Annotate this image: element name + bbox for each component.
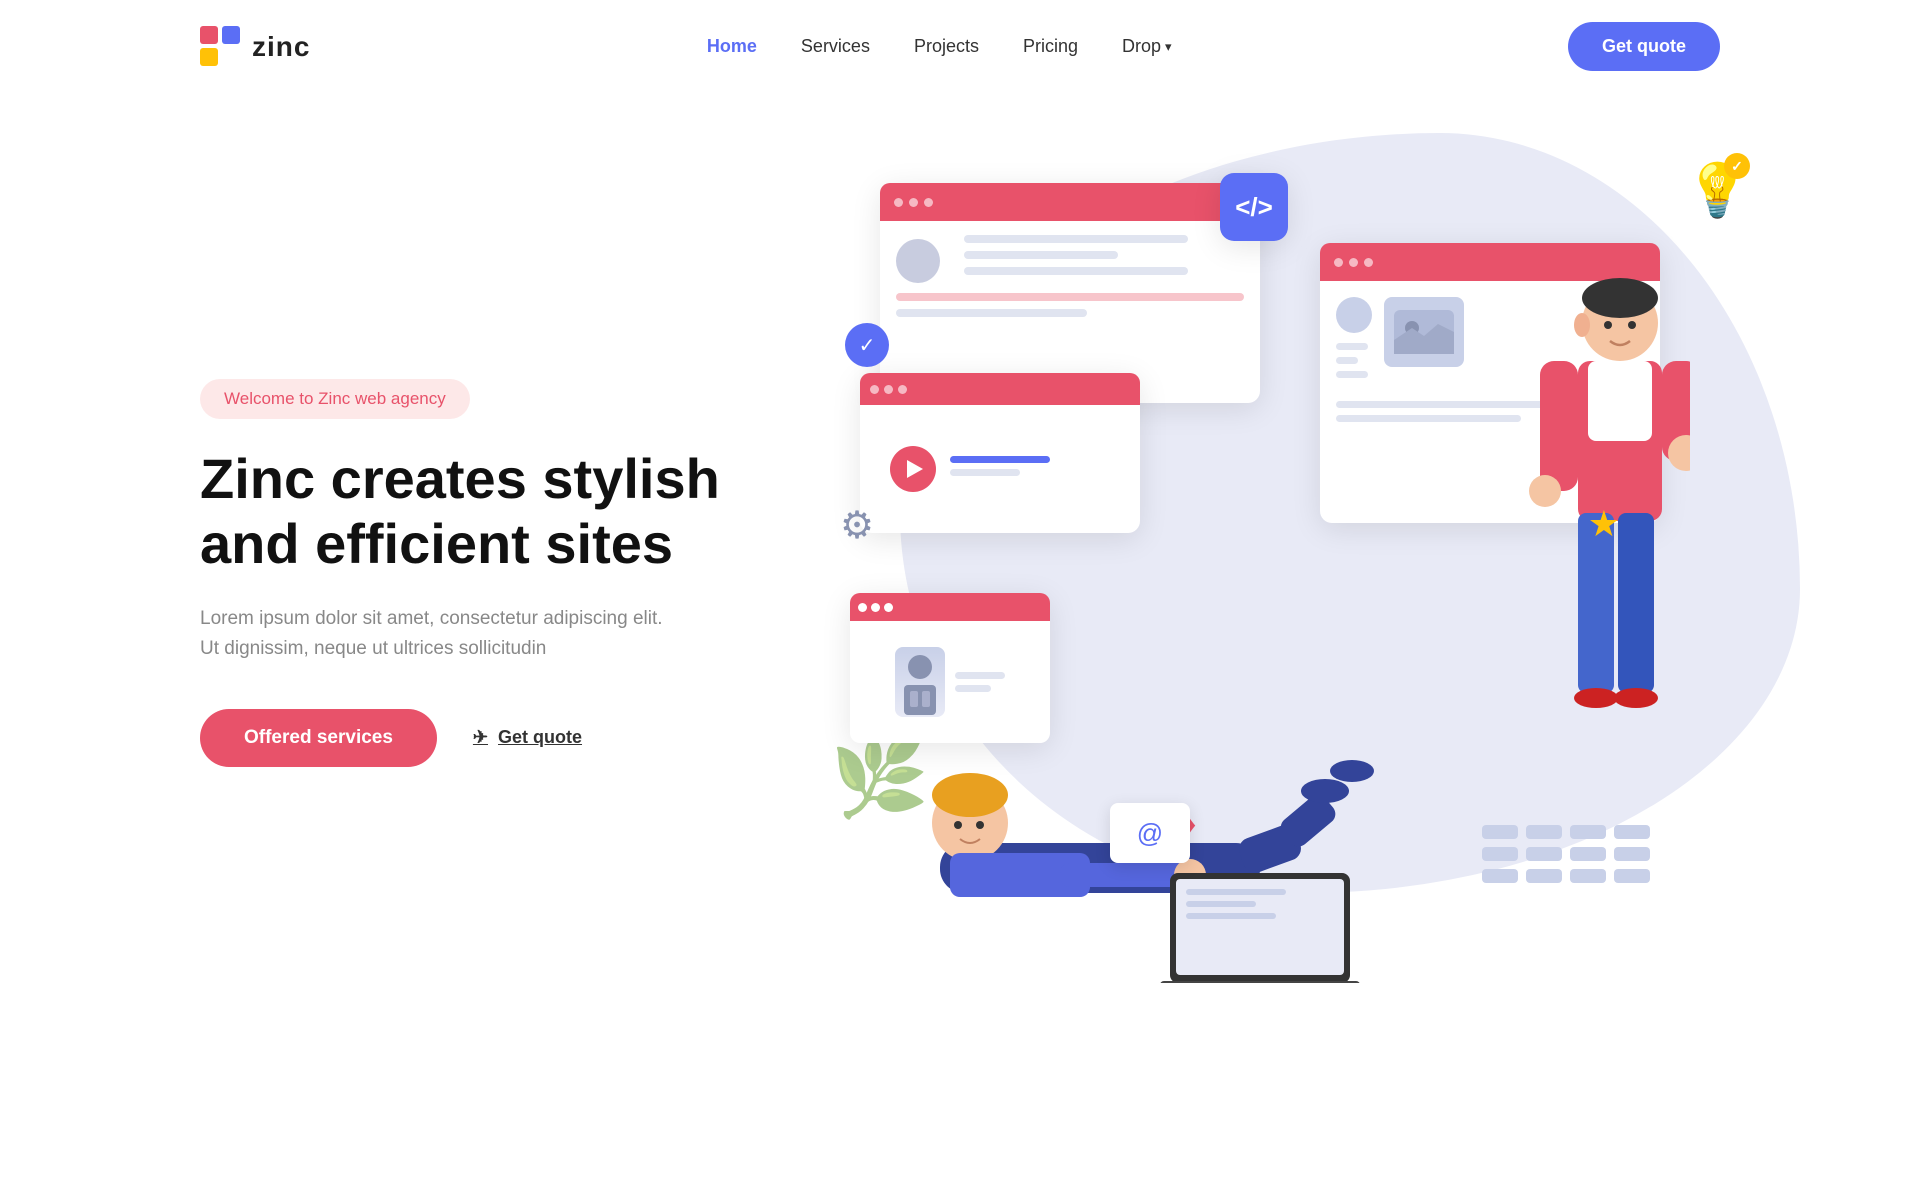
hero-actions: Offered services ✈ Get quote bbox=[200, 709, 800, 767]
email-icon-card: @ bbox=[1110, 803, 1190, 863]
browser-card-1 bbox=[880, 183, 1260, 403]
star-float-icon: ★ bbox=[1588, 503, 1620, 545]
dot-p1 bbox=[858, 603, 867, 612]
profile-card bbox=[850, 593, 1050, 743]
profile-avatar bbox=[895, 647, 945, 717]
nav-links: Home Services Projects Pricing Drop ▾ bbox=[707, 36, 1172, 57]
nav-projects[interactable]: Projects bbox=[914, 36, 979, 57]
check-circle-blue: ✓ bbox=[845, 323, 889, 367]
at-icon: @ bbox=[1137, 818, 1163, 849]
hero-section: Welcome to Zinc web agency Zinc creates … bbox=[0, 93, 1920, 993]
play-icon bbox=[907, 460, 923, 478]
nav-home[interactable]: Home bbox=[707, 36, 757, 57]
dot-p2 bbox=[871, 603, 880, 612]
hero-content: Welcome to Zinc web agency Zinc creates … bbox=[200, 379, 800, 767]
dot-2 bbox=[909, 198, 918, 207]
chevron-down-icon: ▾ bbox=[1165, 39, 1172, 55]
dot-1 bbox=[894, 198, 903, 207]
nav-drop[interactable]: Drop ▾ bbox=[1122, 36, 1172, 57]
dot-p3 bbox=[884, 603, 893, 612]
bc2-image bbox=[1384, 297, 1464, 367]
nav-services[interactable]: Services bbox=[801, 36, 870, 57]
gear-icon: ⚙ bbox=[840, 503, 874, 548]
live-dot bbox=[870, 595, 878, 603]
get-quote-button[interactable]: Get quote bbox=[1568, 22, 1720, 71]
lightbulb-icon: 💡 ✓ bbox=[1685, 153, 1750, 222]
bc2-avatar bbox=[1336, 297, 1372, 333]
hero-badge: Welcome to Zinc web agency bbox=[200, 379, 470, 419]
dot-v2 bbox=[884, 385, 893, 394]
hero-illustration: 🌿 ✓ bbox=[800, 163, 1720, 983]
hero-title: Zinc creates stylish and efficient sites bbox=[200, 447, 800, 576]
dot-3 bbox=[924, 198, 933, 207]
get-quote-link[interactable]: ✈ Get quote bbox=[473, 727, 582, 748]
dot-v1 bbox=[870, 385, 879, 394]
browser-avatar bbox=[896, 239, 940, 283]
nav-pricing[interactable]: Pricing bbox=[1023, 36, 1078, 57]
hero-description: Lorem ipsum dolor sit amet, consectetur … bbox=[200, 604, 680, 665]
code-icon: </> bbox=[1235, 192, 1273, 223]
logo-text: zinc bbox=[252, 31, 310, 63]
logo-icon bbox=[200, 26, 242, 68]
video-card bbox=[860, 373, 1140, 533]
dot-v3 bbox=[898, 385, 907, 394]
offered-services-button[interactable]: Offered services bbox=[200, 709, 437, 767]
navbar: zinc Home Services Projects Pricing Drop… bbox=[0, 0, 1920, 93]
paper-plane-icon: ✈ bbox=[473, 727, 488, 748]
person-standing-illustration bbox=[1470, 243, 1690, 943]
logo[interactable]: zinc bbox=[200, 26, 310, 68]
code-icon-card: </> bbox=[1220, 173, 1288, 241]
play-button bbox=[890, 446, 936, 492]
